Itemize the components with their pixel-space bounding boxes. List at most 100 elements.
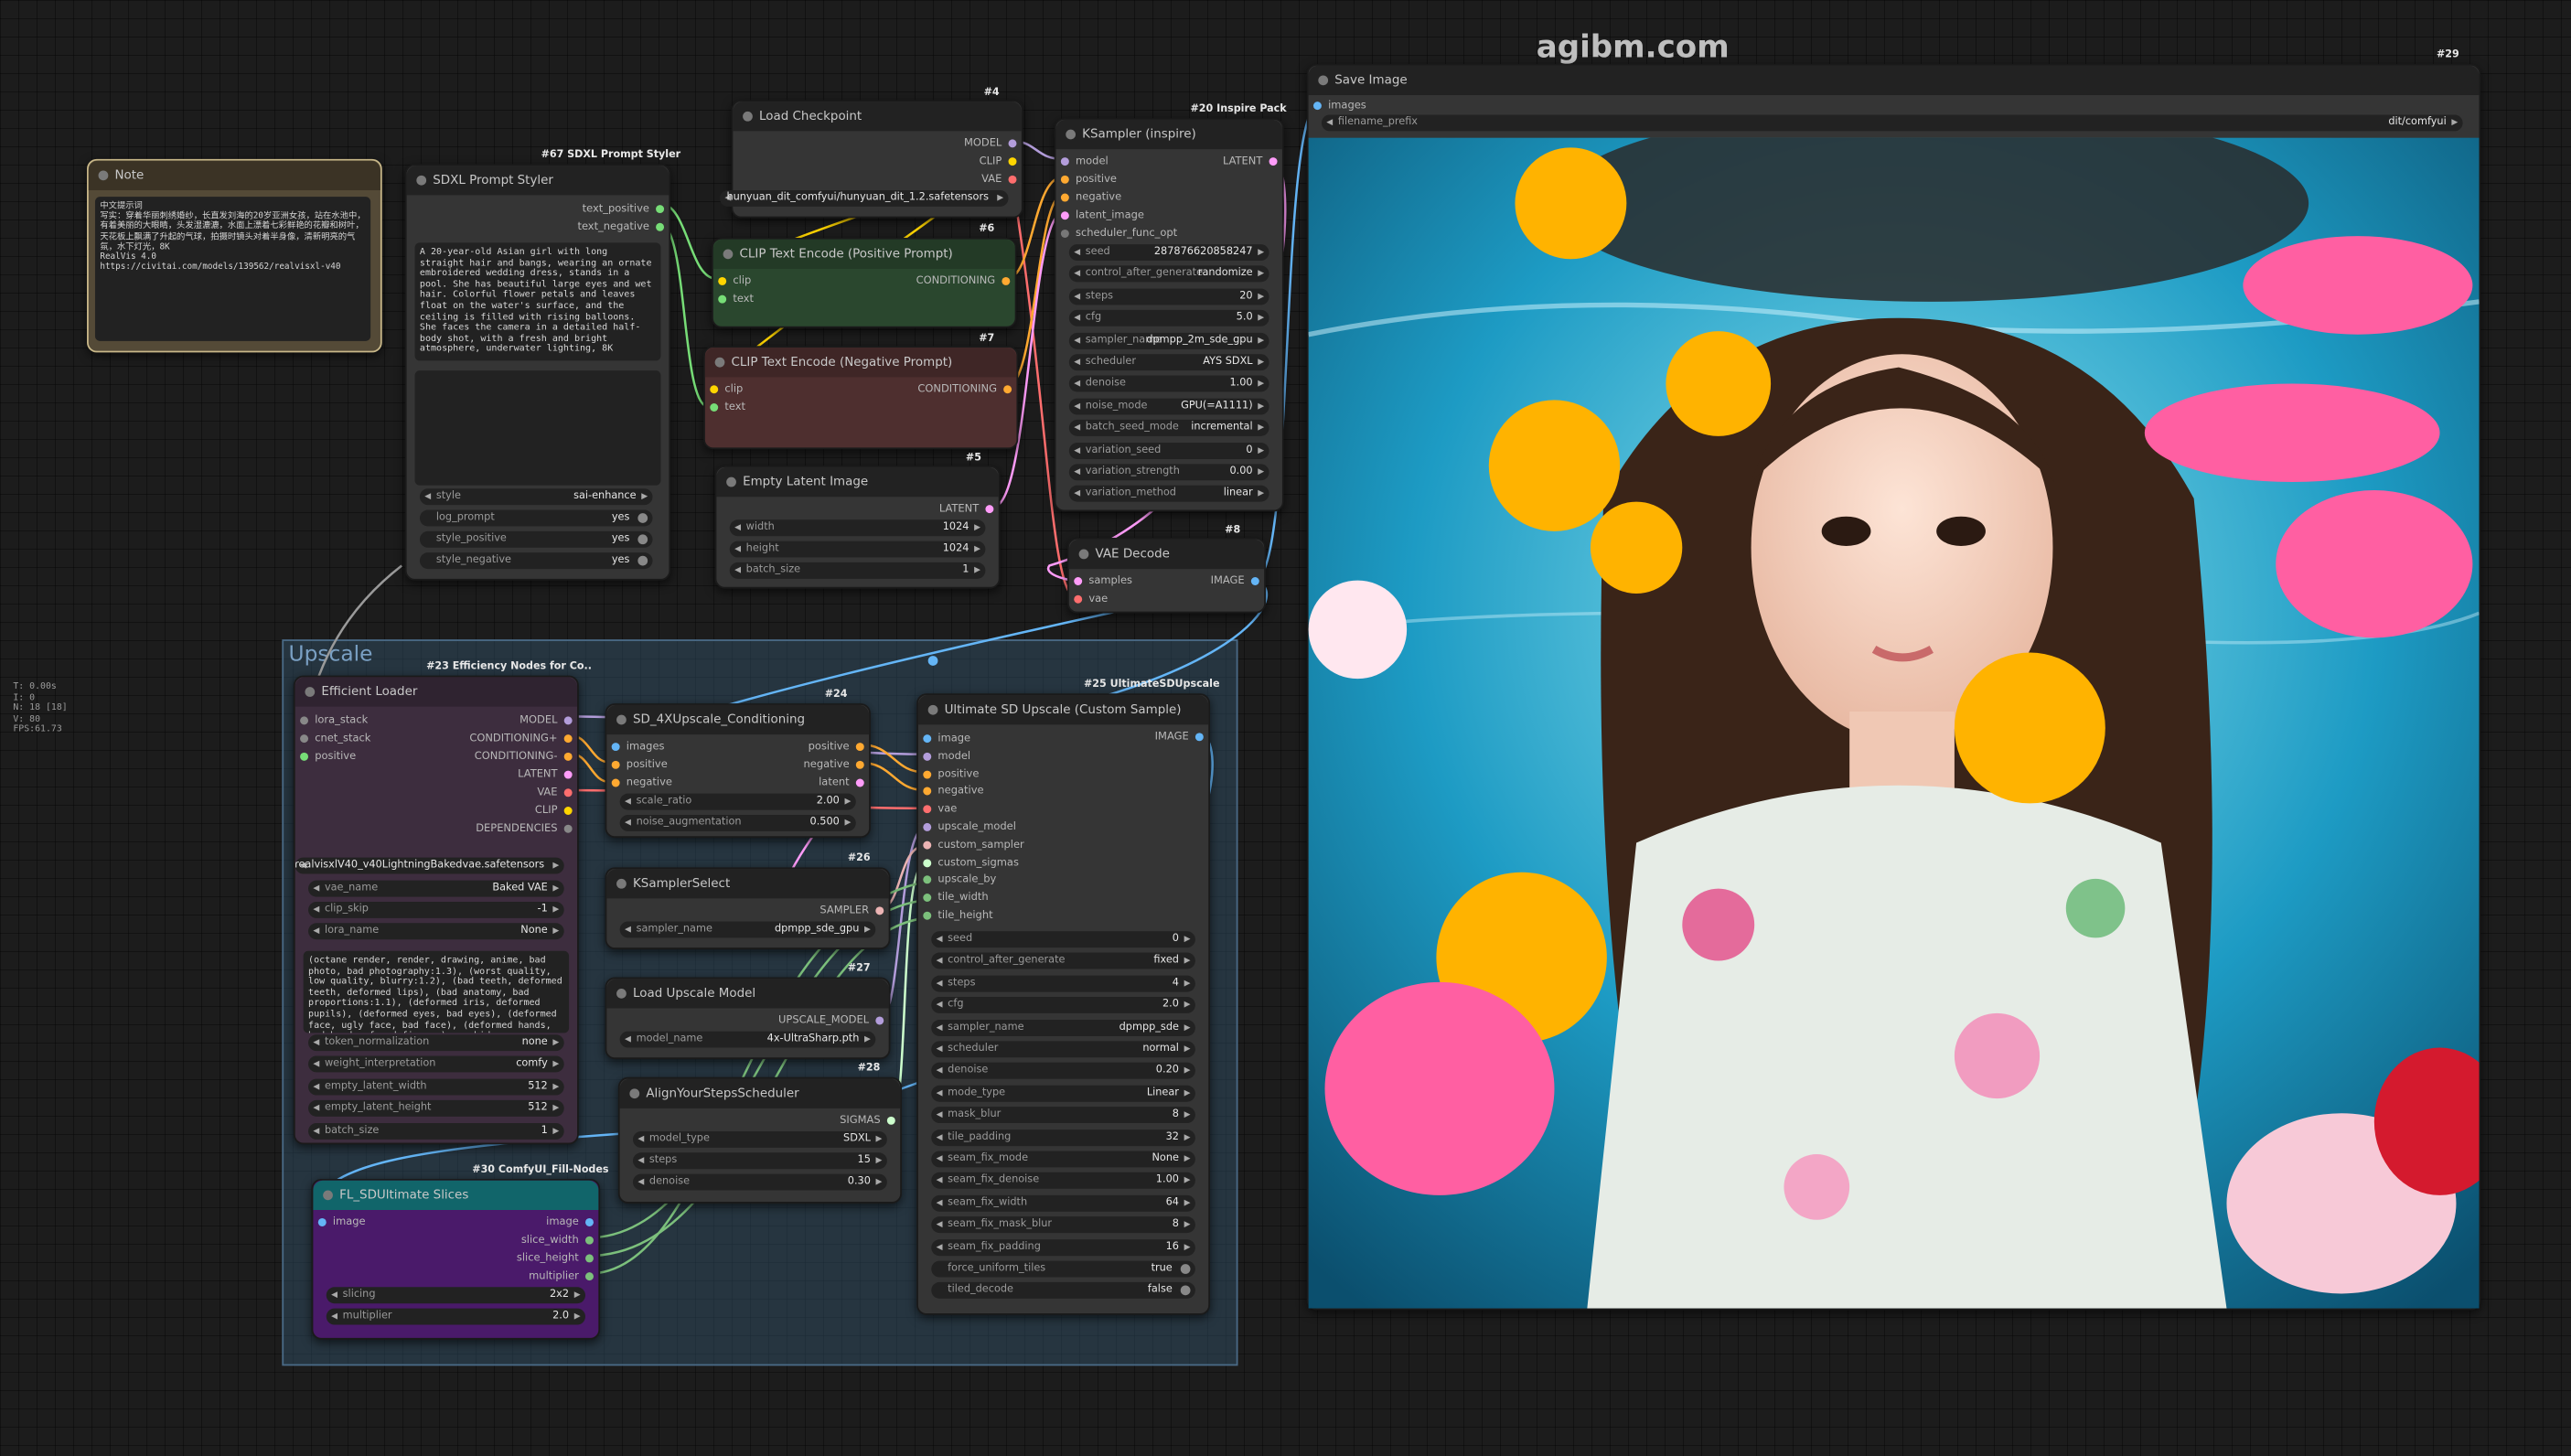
ksampler-widget-10[interactable]: variation_strength 0.00 [1068,464,1269,481]
ultimate-input-9[interactable]: tile_width [937,891,988,904]
input-image[interactable]: image [333,1215,366,1227]
ksampler-widget-2[interactable]: steps 20 [1068,288,1269,305]
positive-prompt-textarea[interactable]: A 20-year-old Asian girl with long strai… [414,242,661,361]
slot-dot[interactable] [563,716,573,725]
slot-dot[interactable] [563,770,573,779]
ksampler-widget-7[interactable]: noise_mode GPU(=A1111) [1068,398,1269,415]
slot-dot[interactable] [584,1217,594,1226]
input-text[interactable]: text [733,292,754,305]
slot-dot[interactable] [563,807,573,815]
ultimate-widget-12[interactable]: seam_fix_width 64 [931,1194,1195,1212]
negative-prompt-textarea[interactable] [414,370,661,486]
ultimate-input-3[interactable]: negative [937,785,983,798]
slot-dot[interactable] [923,840,932,850]
node-header[interactable]: Efficient Loader [295,677,578,707]
output-image[interactable]: IMAGE [1211,573,1245,586]
efficient-widget-3[interactable]: empty_latent_height 512 [308,1100,564,1118]
widget-denoise[interactable]: denoise0.30 [632,1173,887,1191]
ksampler-widget-6[interactable]: denoise 1.00 [1068,376,1269,393]
output-negative[interactable]: negative [804,757,850,770]
ultimate-input-5[interactable]: upscale_model [937,819,1015,832]
slot-dot[interactable] [718,276,727,285]
slot-dot[interactable] [710,385,719,394]
slot-dot[interactable] [1008,139,1017,148]
efficient-widget-1[interactable]: weight_interpretation comfy [308,1056,564,1074]
output-latent[interactable]: latent [819,776,850,788]
widget-batch-size[interactable]: batch_size1 [729,562,986,579]
ultimate-widget-14[interactable]: seam_fix_padding 16 [931,1238,1195,1256]
slot-dot[interactable] [1074,577,1083,585]
ultimate-widget-8[interactable]: mask_blur 8 [931,1107,1195,1124]
node-header[interactable]: AlignYourStepsScheduler [619,1078,901,1108]
note-node[interactable]: Note 中文提示词 写实：穿着华丽刺绣婚纱，长直发刘海的20岁亚洲女孩，站在水… [87,158,382,353]
output-sampler[interactable]: SAMPLER [820,904,869,916]
ultimate-widget-3[interactable]: cfg 2.0 [931,997,1195,1014]
output-positive[interactable]: positive [809,740,850,753]
slot-dot[interactable] [875,906,884,915]
output-text-negative[interactable]: text_negative [577,219,648,232]
slot-dot[interactable] [656,222,665,231]
slot-dot[interactable] [985,505,994,514]
slot-dot[interactable] [923,876,932,884]
input-clip[interactable]: clip [733,273,751,286]
output-model[interactable]: MODEL [520,713,557,726]
widget-height[interactable]: height1024 [729,541,986,558]
slot-dot[interactable] [563,752,573,761]
widget-clip-skip[interactable]: clip_skip-1 [308,901,564,918]
output-text-positive[interactable]: text_positive [583,202,649,215]
widget-model-type[interactable]: model_typeSDXL [632,1130,887,1148]
ultimate-sd-upscale-node[interactable]: Ultimate SD Upscale (Custom Sample) IMAG… [916,693,1211,1315]
output-slice-width[interactable]: slice_width [521,1233,579,1246]
load-checkpoint-node[interactable]: Load Checkpoint MODEL CLIP VAE hunyuan_d… [719,100,1023,219]
note-text[interactable]: 中文提示词 写实：穿着华丽刺绣婚纱，长直发刘海的20岁亚洲女孩，站在水池中，有着… [94,197,371,341]
output-multiplier[interactable]: multiplier [529,1269,579,1282]
input-images[interactable]: images [1328,99,1366,112]
ksampler-widget-11[interactable]: variation_method linear [1068,486,1269,503]
slot-dot[interactable] [1003,385,1012,394]
node-header[interactable]: Ultimate SD Upscale (Custom Sample) [917,695,1209,725]
ksampler-widget-1[interactable]: control_after_generaterandomize [1068,266,1269,284]
widget-filename-prefix[interactable]: filename_prefixdit/comfyui [1321,114,2463,132]
slot-dot[interactable] [875,1016,884,1025]
node-header[interactable]: Note [88,160,380,190]
widget-sampler-name[interactable]: sampler_namedpmpp_sde_gpu [619,921,876,938]
output-slice-height[interactable]: slice_height [517,1251,579,1264]
slot-dot[interactable] [1002,276,1011,285]
ultimate-input-0[interactable]: image [937,732,970,744]
widget-scale-ratio[interactable]: scale_ratio2.00 [619,793,856,810]
ultimate-widget-10[interactable]: seam_fix_mode None [931,1151,1195,1168]
toggle-style-negative[interactable]: style_negative yes [419,552,653,570]
input-negative[interactable]: negative [1076,190,1121,203]
ultimate-input-6[interactable]: custom_sampler [937,838,1023,851]
slot-dot[interactable] [1060,229,1069,238]
input-positive[interactable]: positive [627,757,668,770]
slot-dot[interactable] [855,760,864,769]
slot-dot[interactable] [584,1254,594,1263]
ultimate-widget-13[interactable]: seam_fix_mask_blur 8 [931,1216,1195,1234]
widget-slicing[interactable]: slicing2x2 [326,1287,585,1304]
slot-dot[interactable] [584,1236,594,1245]
slot-dot[interactable] [855,743,864,752]
ksampler-widget-3[interactable]: cfg 5.0 [1068,310,1269,327]
ultimate-input-4[interactable]: vae [937,802,957,815]
node-header[interactable]: VAE Decode [1068,539,1265,570]
ultimate-widget-9[interactable]: tile_padding 32 [931,1129,1195,1146]
input-cnet-stack[interactable]: cnet_stack [315,732,370,744]
slot-dot[interactable] [923,787,932,797]
slot-dot[interactable] [923,822,932,831]
widget-style[interactable]: stylesai-enhance [419,488,653,506]
ksampler-widget-5[interactable]: scheduler AYS SDXL [1068,354,1269,371]
output-clip[interactable]: CLIP [980,155,1002,167]
slot-dot[interactable] [611,743,620,752]
align-your-steps-node[interactable]: AlignYourStepsScheduler SIGMAS model_typ… [617,1076,902,1204]
node-header[interactable]: Load Upscale Model [606,979,889,1009]
output-conditioning-neg[interactable]: CONDITIONING- [475,749,558,762]
input-vae[interactable]: vae [1088,592,1108,605]
slot-dot[interactable] [1060,157,1069,166]
ultimate-input-2[interactable]: positive [937,766,979,779]
slot-dot[interactable] [1060,193,1069,202]
input-lora-stack[interactable]: lora_stack [315,713,368,726]
ksampler-select-node[interactable]: KSamplerSelect SAMPLER sampler_namedpmpp… [605,867,891,949]
slot-dot[interactable] [1194,733,1204,742]
slot-dot[interactable] [1008,157,1017,166]
